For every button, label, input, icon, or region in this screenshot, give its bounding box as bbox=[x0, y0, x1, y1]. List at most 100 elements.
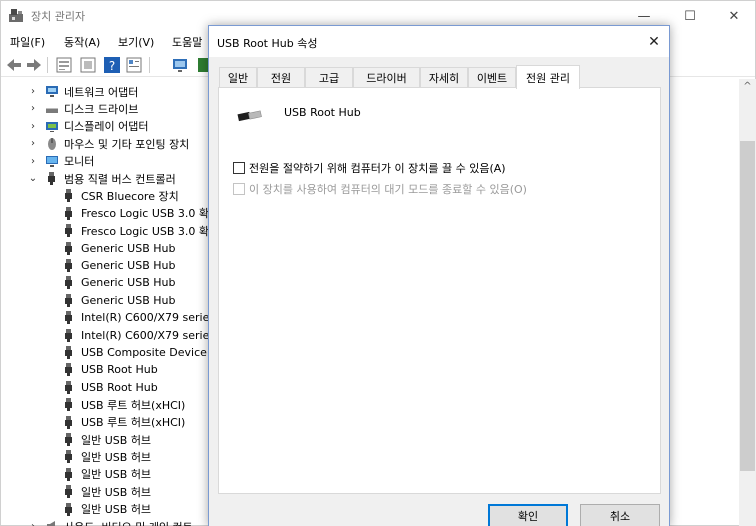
tree-item-label: 모니터 bbox=[64, 155, 95, 169]
usb-device-item[interactable]: USB Root Hub bbox=[1, 379, 158, 396]
chevron-right-icon[interactable]: › bbox=[28, 121, 38, 132]
dialog-close-button[interactable]: ✕ bbox=[639, 26, 669, 57]
device-manager-icon bbox=[9, 9, 23, 22]
tree-item-label: 사운드, 비디오 및 게임 컨트 bbox=[64, 519, 193, 526]
usb-device-label: 일반 USB 허브 bbox=[81, 503, 152, 517]
usb-device-item[interactable]: Generic USB Hub bbox=[1, 240, 175, 257]
speaker-icon bbox=[45, 520, 59, 526]
tree-item-category[interactable]: › 사운드, 비디오 및 게임 컨트 bbox=[1, 518, 193, 526]
usb-device-item[interactable]: Intel(R) C600/X79 series bbox=[1, 309, 215, 326]
tree-item-category[interactable]: › 네트워크 어댑터 bbox=[1, 83, 138, 100]
usb-device-label: 일반 USB 허브 bbox=[81, 468, 152, 482]
checkbox-box bbox=[233, 183, 245, 195]
scrollbar-thumb[interactable] bbox=[740, 141, 755, 471]
menu-help[interactable]: 도움말 bbox=[172, 34, 202, 50]
usb-device-item[interactable]: 일반 USB 허브 bbox=[1, 431, 151, 448]
usb-device-item[interactable]: 일반 USB 허브 bbox=[1, 448, 151, 465]
usb-plug-icon bbox=[64, 363, 73, 377]
usb-plug-icon bbox=[64, 241, 73, 255]
usb-device-item[interactable]: USB 루트 허브(xHCI) bbox=[1, 396, 185, 413]
close-button[interactable]: ✕ bbox=[711, 1, 756, 31]
allow-power-off-label[interactable]: 전원을 절약하기 위해 컴퓨터가 이 장치를 끌 수 있음(A) bbox=[249, 160, 506, 176]
chevron-right-icon[interactable]: › bbox=[28, 138, 38, 149]
usb-device-label: 일반 USB 허브 bbox=[81, 433, 152, 447]
usb-plug-icon bbox=[64, 189, 73, 203]
tree-item-category[interactable]: › 마우스 및 기타 포인팅 장치 bbox=[1, 135, 189, 152]
toolbar-separator bbox=[47, 57, 48, 73]
forward-arrow-icon[interactable] bbox=[25, 56, 43, 74]
cancel-button[interactable]: 취소 bbox=[580, 504, 660, 526]
allow-wake-label: 이 장치를 사용하여 컴퓨터의 대기 모드를 종료할 수 있음(O) bbox=[249, 183, 527, 196]
chevron-right-icon[interactable]: › bbox=[28, 156, 38, 167]
ok-button[interactable]: 확인 bbox=[488, 504, 568, 526]
allow-power-off-checkbox[interactable]: 전원을 절약하기 위해 컴퓨터가 이 장치를 끌 수 있음(A) bbox=[233, 160, 506, 176]
help-icon[interactable]: ? bbox=[103, 56, 121, 74]
chevron-down-icon[interactable]: ⌄ bbox=[28, 173, 38, 184]
tree-item-label: 네트워크 어댑터 bbox=[64, 85, 139, 99]
tab-general[interactable]: 일반 bbox=[219, 67, 257, 88]
usb-plug-icon bbox=[64, 224, 73, 238]
usb-device-item[interactable]: Fresco Logic USB 3.0 확 bbox=[1, 222, 209, 239]
usb-device-label: 일반 USB 허브 bbox=[81, 450, 152, 464]
usb-plug-icon bbox=[64, 485, 73, 499]
svg-text:?: ? bbox=[109, 59, 115, 73]
details-view-icon[interactable] bbox=[125, 56, 143, 74]
tree-item-label: 디스플레이 어댑터 bbox=[64, 120, 149, 134]
checkbox-box[interactable] bbox=[233, 162, 245, 174]
usb-plug-icon bbox=[64, 276, 73, 290]
tab-events[interactable]: 이벤트 bbox=[468, 67, 516, 88]
tab-advanced[interactable]: 고급 bbox=[305, 67, 353, 88]
usb-device-label: USB 루트 허브(xHCI) bbox=[81, 416, 186, 430]
allow-wake-checkbox: 이 장치를 사용하여 컴퓨터의 대기 모드를 종료할 수 있음(O) bbox=[233, 181, 527, 197]
tree-item-category[interactable]: › 디스플레이 어댑터 bbox=[1, 118, 148, 135]
scroll-up-arrow-icon[interactable]: ^ bbox=[739, 81, 756, 92]
usb-device-item[interactable]: Generic USB Hub bbox=[1, 274, 175, 291]
chevron-right-icon[interactable]: › bbox=[28, 86, 38, 97]
usb-device-item[interactable]: Generic USB Hub bbox=[1, 292, 175, 309]
usb-device-item[interactable]: Intel(R) C600/X79 series bbox=[1, 327, 215, 344]
maximize-button[interactable]: ☐ bbox=[667, 1, 713, 31]
menu-action[interactable]: 동작(A) bbox=[64, 34, 100, 50]
chevron-right-icon[interactable]: › bbox=[28, 103, 38, 114]
usb-device-label: Generic USB Hub bbox=[81, 276, 176, 290]
usb-device-item[interactable]: Generic USB Hub bbox=[1, 257, 175, 274]
usb-device-item[interactable]: 일반 USB 허브 bbox=[1, 466, 151, 483]
usb-device-label: USB Composite Device bbox=[81, 346, 207, 359]
tree-item-label: 마우스 및 기타 포인팅 장치 bbox=[64, 137, 190, 151]
usb-device-item[interactable]: USB Root Hub bbox=[1, 361, 158, 378]
tab-details[interactable]: 자세히 bbox=[420, 67, 468, 88]
monitor-icon bbox=[45, 155, 59, 168]
tab-power[interactable]: 전원 bbox=[257, 67, 305, 88]
list-view-icon[interactable] bbox=[79, 56, 97, 74]
vertical-scrollbar[interactable]: ^ bbox=[739, 79, 756, 526]
chevron-right-icon[interactable]: › bbox=[28, 521, 38, 526]
usb-plug-icon bbox=[64, 433, 73, 446]
tree-item-category[interactable]: ⌄ 범용 직렬 버스 컨트롤러 bbox=[1, 170, 176, 187]
back-arrow-icon[interactable] bbox=[5, 56, 23, 74]
usb-device-item[interactable]: 일반 USB 허브 bbox=[1, 501, 151, 518]
usb-plug-icon bbox=[64, 206, 73, 220]
usb-device-item[interactable]: USB 루트 허브(xHCI) bbox=[1, 414, 185, 431]
properties-dialog: USB Root Hub 속성 ✕ 일반 전원 고급 드라이버 자세히 이벤트 … bbox=[208, 25, 670, 526]
usb-device-label: USB 루트 허브(xHCI) bbox=[81, 398, 186, 412]
usb-device-item[interactable]: Fresco Logic USB 3.0 확 bbox=[1, 205, 209, 222]
menu-file[interactable]: 파일(F) bbox=[10, 34, 45, 50]
tab-driver[interactable]: 드라이버 bbox=[353, 67, 420, 88]
power-management-panel: USB Root Hub 전원을 절약하기 위해 컴퓨터가 이 장치를 끌 수 … bbox=[218, 87, 661, 494]
usb-plug-icon bbox=[64, 415, 73, 429]
tree-item-category[interactable]: › 디스크 드라이브 bbox=[1, 100, 138, 117]
usb-device-label: USB Root Hub bbox=[81, 380, 158, 394]
usb-controller-icon bbox=[47, 172, 56, 185]
tree-item-category[interactable]: › 모니터 bbox=[1, 153, 94, 170]
properties-view-icon[interactable] bbox=[55, 56, 73, 74]
usb-device-item[interactable]: USB Composite Device bbox=[1, 344, 207, 361]
computer-icon[interactable] bbox=[171, 56, 189, 74]
tab-power-management[interactable]: 전원 관리 bbox=[516, 65, 580, 89]
usb-device-label: Generic USB Hub bbox=[81, 259, 176, 272]
usb-device-item[interactable]: CSR Bluecore 장치 bbox=[1, 187, 179, 204]
tree-item-label: 범용 직렬 버스 컨트롤러 bbox=[64, 172, 176, 186]
usb-device-label: Generic USB Hub bbox=[81, 241, 176, 255]
menu-view[interactable]: 보기(V) bbox=[118, 34, 154, 50]
usb-plug-icon bbox=[64, 467, 73, 481]
usb-device-item[interactable]: 일반 USB 허브 bbox=[1, 483, 151, 500]
